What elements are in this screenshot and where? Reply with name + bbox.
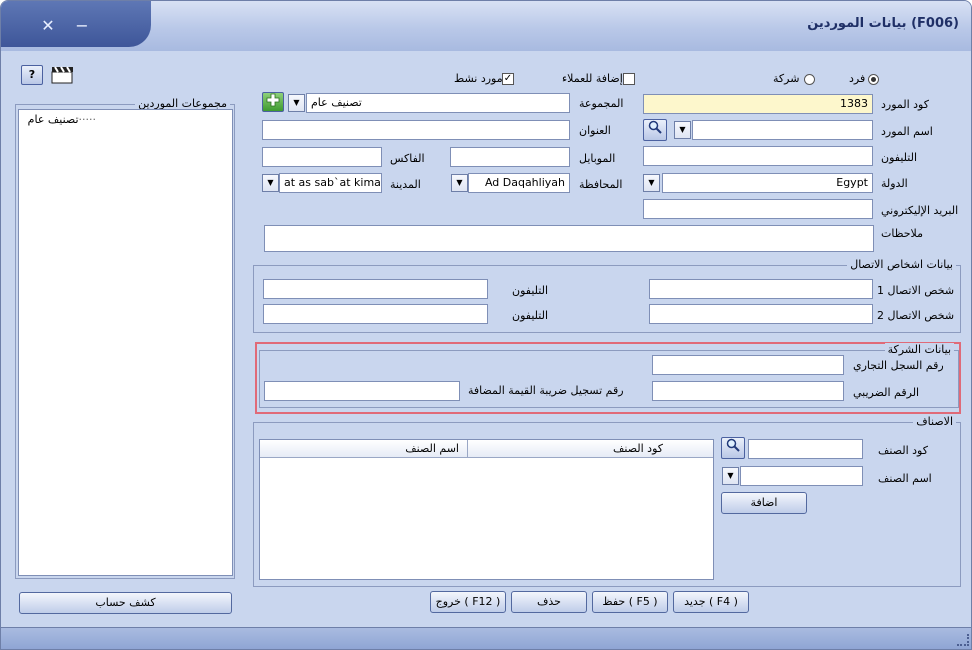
mobile-label: الموبايل <box>579 152 616 165</box>
mobile-input[interactable] <box>450 147 570 167</box>
items-grid-header: كود الصنف اسم الصنف <box>260 440 713 458</box>
individual-radio[interactable] <box>868 74 879 85</box>
commercial-register-label: رقم السجل التجاري <box>853 359 944 372</box>
resize-grip-icon[interactable] <box>957 634 969 646</box>
active-supplier-label: مورد نشط <box>454 72 503 85</box>
company-label: شركة <box>773 72 800 85</box>
email-label: البريد الإليكتروني <box>881 204 959 217</box>
account-statement-button[interactable]: كشف حساب <box>19 592 232 614</box>
city-dropdown[interactable]: ▼ <box>262 174 279 192</box>
item-name-label: اسم الصنف <box>878 472 932 485</box>
title-bar: ✕ − بيانات الموردين (F006) <box>1 1 971 51</box>
add-item-button[interactable]: اضافة <box>721 492 807 514</box>
column-item-name-label: اسم الصنف <box>405 442 459 455</box>
tree-connector: ····· <box>78 113 96 126</box>
item-search-icon[interactable] <box>721 437 745 459</box>
contact2-phone-input[interactable] <box>263 304 488 324</box>
email-input[interactable] <box>643 199 873 219</box>
group-label: المجموعة <box>579 97 624 110</box>
fax-input[interactable] <box>262 147 382 167</box>
item-name-dropdown[interactable]: ▼ <box>722 467 739 485</box>
tax-number-input[interactable] <box>652 381 844 401</box>
supplier-window: ✕ − بيانات الموردين (F006) ? فرد شركة إض… <box>0 0 972 650</box>
individual-label: فرد <box>849 72 866 85</box>
contacts-group-title: بيانات اشخاص الاتصال <box>847 258 956 271</box>
country-input[interactable]: Egypt <box>662 173 873 193</box>
notes-label: ملاحظات <box>881 227 923 240</box>
contact2-label: شخص الاتصال 2 <box>877 309 955 322</box>
company-radio[interactable] <box>804 74 815 85</box>
status-bar <box>1 627 971 649</box>
address-input[interactable] <box>262 120 570 140</box>
item-name-input[interactable] <box>740 466 863 486</box>
item-code-label: كود الصنف <box>878 444 928 457</box>
contact1-input[interactable] <box>649 279 873 299</box>
supplier-code-label: كود المورد <box>881 98 929 111</box>
supplier-name-dropdown[interactable]: ▼ <box>674 121 691 139</box>
window-controls: ✕ − <box>1 1 151 47</box>
column-item-code[interactable]: كود الصنف <box>467 440 713 458</box>
help-icon[interactable]: ? <box>21 65 43 85</box>
vat-input[interactable] <box>264 381 460 401</box>
notes-input[interactable] <box>264 225 874 252</box>
group-input[interactable]: تصنيف عام <box>306 93 570 113</box>
new-button[interactable]: جديد ( F4 ) <box>673 591 749 613</box>
supplier-code-input[interactable]: 1383 <box>643 94 873 114</box>
city-label: المدينة <box>390 178 421 191</box>
add-to-customers-label: إضافة للعملاء <box>562 72 623 85</box>
supplier-name-input[interactable] <box>692 120 873 140</box>
contact1-phone-label: التليفون <box>512 284 549 297</box>
contact1-label: شخص الاتصال 1 <box>877 284 955 297</box>
country-dropdown[interactable]: ▼ <box>643 174 660 192</box>
tax-number-label: الرقم الضريبي <box>853 386 920 399</box>
commercial-register-input[interactable] <box>652 355 844 375</box>
fax-label: الفاكس <box>390 152 425 165</box>
column-item-name[interactable]: اسم الصنف <box>260 440 467 458</box>
governorate-dropdown[interactable]: ▼ <box>451 174 468 192</box>
minimize-icon[interactable]: − <box>71 15 93 37</box>
exit-button[interactable]: خروج ( F12 ) <box>430 591 506 613</box>
phone-label: التليفون <box>881 151 918 164</box>
contact2-phone-label: التليفون <box>512 309 549 322</box>
phone-input[interactable] <box>643 146 873 166</box>
items-grid[interactable]: كود الصنف اسم الصنف <box>259 439 714 580</box>
search-icon[interactable] <box>643 119 667 141</box>
supplier-groups-tree[interactable]: تصنيف عام····· <box>18 109 233 576</box>
governorate-label: المحافظة <box>579 178 623 191</box>
vat-label: رقم تسجيل ضريبة القيمة المضافة <box>468 384 624 397</box>
address-label: العنوان <box>579 124 611 137</box>
column-item-code-label: كود الصنف <box>613 442 663 455</box>
active-supplier-checkbox[interactable]: ✓ <box>502 73 514 85</box>
close-icon[interactable]: ✕ <box>37 15 59 37</box>
tree-node-label: تصنيف عام <box>27 113 79 126</box>
save-button[interactable]: حفظ ( F5 ) <box>592 591 668 613</box>
city-input[interactable]: at as sab`at kiman` <box>279 173 382 193</box>
delete-button[interactable]: حذف <box>511 591 587 613</box>
country-label: الدولة <box>881 177 908 190</box>
group-dropdown[interactable]: ▼ <box>288 94 305 112</box>
window-title: بيانات الموردين (F006) <box>807 16 959 31</box>
item-code-input[interactable] <box>748 439 863 459</box>
supplier-name-label: اسم المورد <box>881 125 933 138</box>
add-group-icon[interactable] <box>262 92 284 112</box>
contact2-input[interactable] <box>649 304 873 324</box>
tree-node[interactable]: تصنيف عام····· <box>28 113 96 126</box>
add-to-customers-checkbox[interactable] <box>623 73 635 85</box>
governorate-input[interactable]: Ad Daqahliyah <box>468 173 570 193</box>
contact1-phone-input[interactable] <box>263 279 488 299</box>
clapperboard-icon[interactable] <box>51 66 75 84</box>
company-group-title: بيانات الشركة <box>884 343 954 356</box>
items-group-title: الاصناف <box>913 415 956 428</box>
